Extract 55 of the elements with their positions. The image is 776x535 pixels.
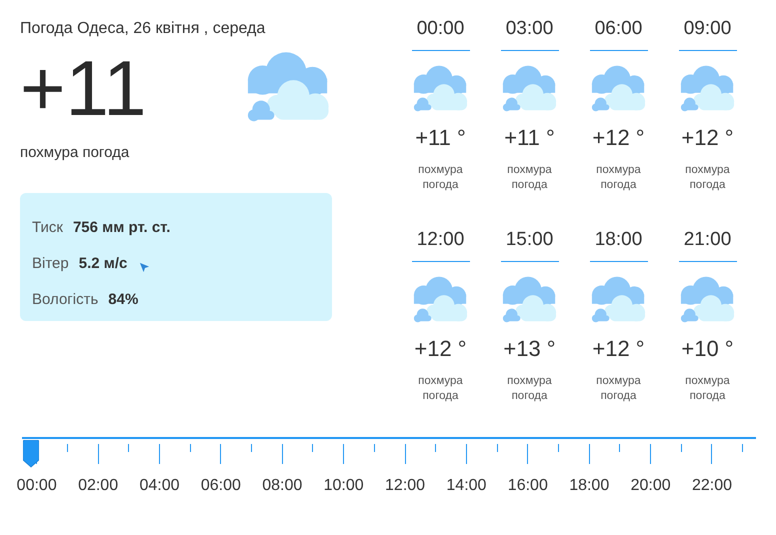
time-label: 08:00 [262, 477, 302, 494]
forecast-temperature: +12 ° [592, 125, 645, 151]
forecast-temperature: +12 ° [592, 336, 645, 362]
time-label: 18:00 [569, 477, 610, 494]
forecast-time: 09:00 [678, 18, 736, 51]
forecast-temperature: +12 ° [414, 336, 467, 362]
time-label: 16:00 [508, 477, 548, 494]
time-label: 06:00 [200, 477, 241, 494]
current-temperature: +11 [20, 48, 148, 128]
cloud-icon [590, 274, 648, 324]
detail-value: 5.2 м/с [78, 254, 128, 272]
forecast-temperature: +12 ° [681, 125, 734, 151]
forecast-condition: похмура погода [417, 163, 464, 193]
detail-label: Вологість [32, 290, 98, 308]
forecast-time: 03:00 [500, 18, 558, 51]
forecast-temperature: +11 ° [504, 125, 555, 151]
time-label: 14:00 [446, 477, 486, 494]
forecast-time: 00:00 [412, 18, 470, 51]
forecast-condition: похмура погода [684, 374, 731, 404]
forecast-condition: похмура погода [506, 374, 553, 404]
cloud-icon [590, 63, 648, 113]
forecast-time: 15:00 [500, 229, 558, 262]
forecast-temperature: +13 ° [503, 336, 556, 362]
time-label: 20:00 [630, 477, 671, 494]
cloud-icon [412, 63, 470, 113]
weather-condition: похмура погода [20, 144, 130, 161]
time-label: 22:00 [692, 477, 732, 494]
detail-value: 756 мм рт. ст. [72, 218, 170, 236]
wind-arrow-icon [139, 262, 150, 272]
slider-thumb[interactable] [23, 440, 39, 468]
forecast-condition: похмура погода [595, 374, 642, 404]
forecast-condition: похмура погода [506, 163, 553, 193]
time-label: 04:00 [139, 477, 180, 494]
detail-label: Тиск [32, 218, 63, 236]
cloud-icon [500, 63, 558, 113]
forecast-condition: похмура погода [684, 163, 731, 193]
detail-label: Вітер [32, 254, 69, 272]
cloud-icon [678, 63, 736, 113]
detail-value: 84% [108, 290, 138, 308]
forecast-time: 06:00 [590, 18, 648, 51]
forecast-time: 12:00 [412, 229, 470, 262]
forecast-time: 18:00 [590, 229, 648, 262]
forecast-temperature: +11 ° [415, 125, 466, 151]
time-label: 10:00 [324, 477, 364, 494]
forecast-temperature: +10 ° [681, 336, 734, 362]
forecast-time: 21:00 [678, 229, 736, 262]
time-label: 00:00 [16, 477, 57, 494]
forecast-condition: похмура погода [595, 163, 642, 193]
time-label: 02:00 [78, 477, 118, 494]
cloud-icon [678, 274, 736, 324]
page-title: Погода Одеса, 26 квітня , середа [20, 20, 266, 38]
cloud-icon [412, 274, 470, 324]
cloud-icon [500, 274, 558, 324]
forecast-condition: похмура погода [417, 374, 464, 404]
time-label: 12:00 [385, 477, 426, 494]
